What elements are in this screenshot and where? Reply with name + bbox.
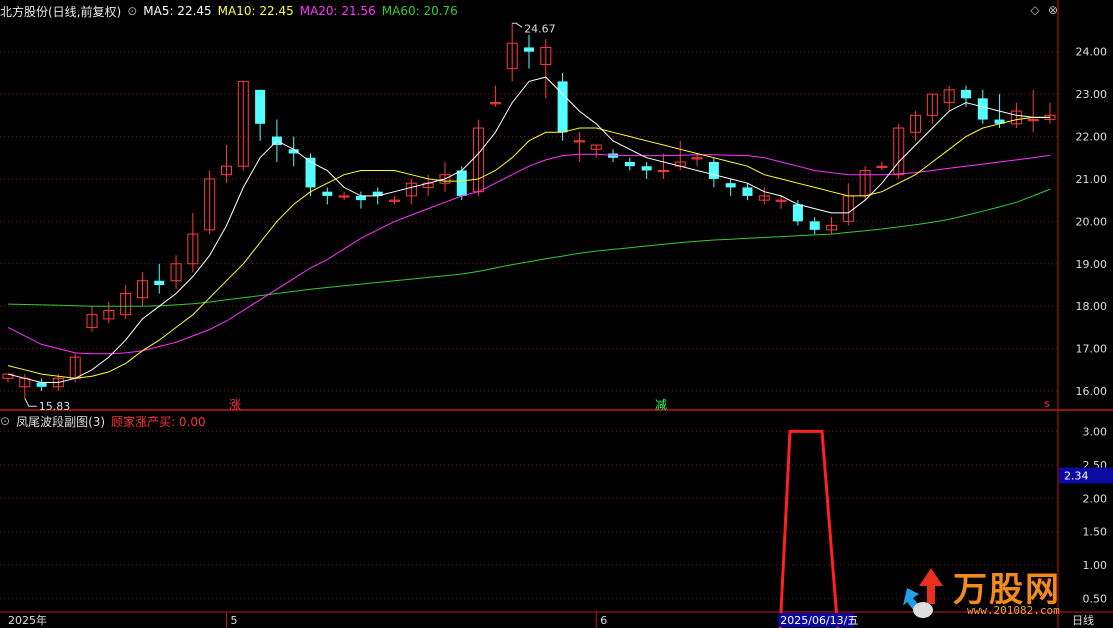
rise-marker: 涨 <box>229 398 242 412</box>
candle-body <box>809 221 820 230</box>
candle-body <box>154 280 165 285</box>
low-label: 15.83 <box>39 400 71 413</box>
candle-body <box>977 98 988 120</box>
date-cursor-label: 2025/06/13/五 <box>780 614 858 627</box>
main-y-tick: 20.00 <box>1076 215 1108 228</box>
stock-title: 北方股份(日线,前复权) <box>0 4 122 19</box>
candle-body <box>524 47 534 52</box>
main-y-tick: 24.00 <box>1076 46 1108 59</box>
main-y-tick: 21.00 <box>1076 173 1108 186</box>
ma-toggle-icon[interactable]: ⊙ <box>127 4 137 18</box>
sub-toggle-icon[interactable]: ⊙ <box>0 414 10 428</box>
watermark-logo: 万股网 www.201082.com <box>901 562 1091 622</box>
main-y-tick: 16.00 <box>1076 385 1108 398</box>
candle-body <box>641 166 652 171</box>
sub-y-tick: 1.50 <box>1083 526 1108 539</box>
x-axis-label: 2025年 <box>8 613 47 627</box>
sub-y-tick: 2.00 <box>1083 492 1108 505</box>
main-y-tick: 19.00 <box>1076 258 1108 271</box>
main-header: 北方股份(日线,前复权) ⊙ MA5: 22.45 MA10: 22.45 MA… <box>0 2 464 20</box>
main-y-tick: 17.00 <box>1076 343 1108 356</box>
main-y-tick: 18.00 <box>1076 300 1108 313</box>
ma60-line <box>7 188 1051 307</box>
settings-icon[interactable]: ◇ <box>1028 3 1042 17</box>
high-label: 24.67 <box>524 22 556 35</box>
ma20-label: MA20: 21.56 <box>299 4 376 18</box>
high-pointer <box>512 22 523 28</box>
candle-body <box>792 204 803 222</box>
candle-body <box>624 161 635 167</box>
current-value-text: 2.34 <box>1064 470 1089 483</box>
candle-body <box>456 170 467 196</box>
candle-body <box>255 89 266 124</box>
ma20-line <box>7 153 1051 355</box>
main-y-tick: 23.00 <box>1076 88 1108 101</box>
sub-indicator-name: 凤尾波段副图(3) <box>16 414 106 429</box>
sub-indicator-value: 顾家涨产买: 0.00 <box>111 414 206 429</box>
sub-header: ⊙ 凤尾波段副图(3) 顾家涨产买: 0.00 <box>0 413 212 429</box>
candle-body <box>322 191 333 196</box>
main-y-tick: 22.00 <box>1076 131 1108 144</box>
candle-body <box>725 183 736 188</box>
close-icon[interactable]: ⊗ <box>1046 3 1060 17</box>
x-axis-label: 6 <box>600 614 607 627</box>
kline-chart[interactable]: 16.00 17.00 18.00 19.00 20.00 21.00 22.00 23.00… <box>0 0 1113 628</box>
candle-body <box>742 187 753 196</box>
ma10-label: MA10: 22.45 <box>217 4 294 18</box>
sub-y-tick: 3.00 <box>1083 425 1108 438</box>
watermark-url: www.201082.com <box>967 604 1060 617</box>
candle-body <box>557 81 568 133</box>
candle-body <box>36 382 47 387</box>
candle-body <box>355 195 366 201</box>
x-axis-label: 5 <box>230 614 237 627</box>
ma5-label: MA5: 22.45 <box>143 4 212 18</box>
candle-body <box>960 89 971 99</box>
s-marker: s <box>1044 397 1050 410</box>
ma60-label: MA60: 20.76 <box>381 4 458 18</box>
bull-logo-icon <box>903 568 943 618</box>
candle-body <box>708 161 719 179</box>
low-pointer <box>24 398 37 407</box>
fall-marker: 减 <box>655 398 668 412</box>
